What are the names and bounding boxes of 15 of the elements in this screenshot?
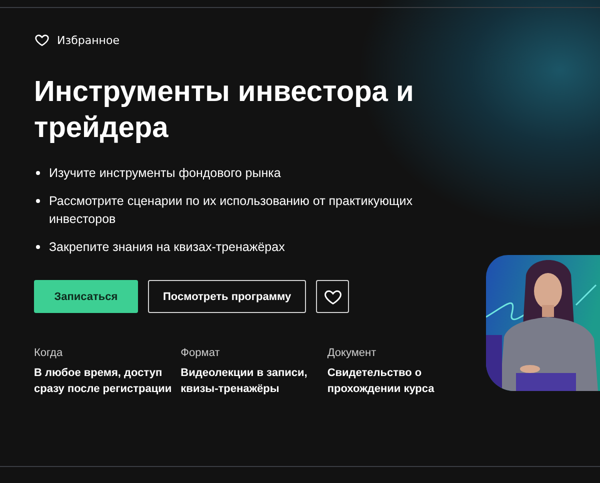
bullet-item: Рассмотрите сценарии по их использованию от практикующих инвесторов	[34, 192, 474, 228]
fact-value: Видеолекции в записи, квизы-тренажёры	[180, 366, 308, 397]
enroll-button[interactable]: Записаться	[34, 280, 138, 313]
favorite-button[interactable]	[316, 280, 350, 313]
program-button[interactable]: Посмотреть программу	[148, 280, 306, 313]
fact-label: Когда	[34, 347, 64, 359]
course-title: Инструменты инвестора и трейдера	[34, 75, 415, 146]
fact-label: Документ	[327, 347, 378, 359]
fact-value: Свидетельство о прохождении курса	[327, 366, 436, 397]
fact-label: Формат	[180, 347, 221, 359]
favorites-link[interactable]: Избранное	[57, 34, 120, 46]
fact-value: В любое время, доступ сразу после регистрации	[34, 366, 173, 397]
bullet-item: Изучите инструменты фондового рынка	[34, 164, 474, 182]
bullet-item: Закрепите знания на квизах-тренажёрах	[34, 238, 474, 256]
heart-icon	[34, 32, 50, 48]
